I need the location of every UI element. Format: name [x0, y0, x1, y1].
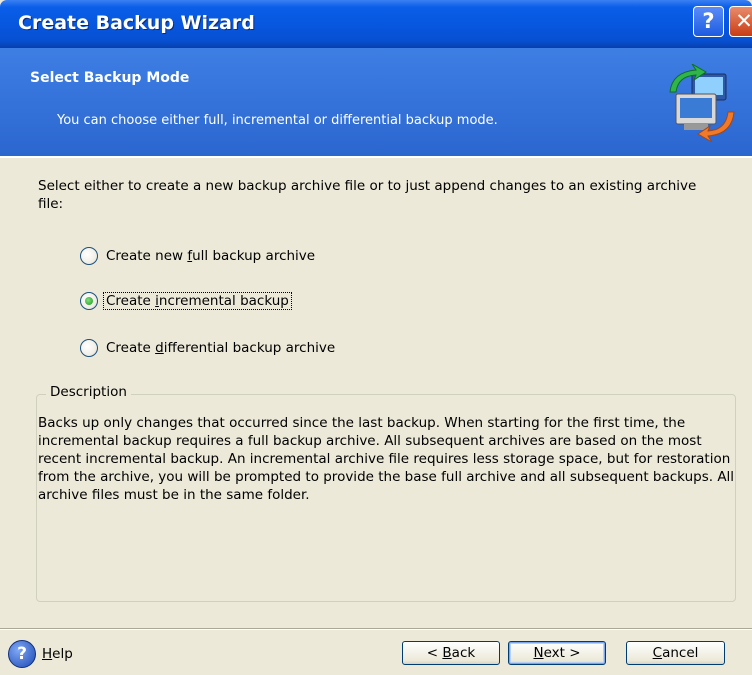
- page-subtitle: You can choose either full, incremental …: [57, 113, 498, 128]
- back-button[interactable]: < Back: [402, 641, 500, 665]
- titlebar-close-button[interactable]: ✕: [729, 6, 752, 37]
- option-label: Create differential backup archive: [106, 340, 336, 356]
- help-label[interactable]: Help: [42, 646, 73, 662]
- titlebar-help-button[interactable]: ?: [693, 6, 724, 37]
- radio-button[interactable]: [80, 339, 98, 357]
- intro-text: Select either to create a new backup arc…: [38, 178, 697, 212]
- wizard-header: Select Backup Mode You can choose either…: [0, 48, 752, 158]
- option-full-backup[interactable]: Create new full backup archive: [80, 245, 317, 267]
- description-text: Backs up only changes that occurred sinc…: [38, 415, 735, 503]
- wizard-window: Create Backup Wizard ? ✕ Select Backup M…: [0, 0, 752, 675]
- radio-button-selected[interactable]: [80, 292, 98, 310]
- footer-separator: [0, 628, 752, 630]
- option-differential-backup[interactable]: Create differential backup archive: [80, 337, 337, 359]
- option-incremental-backup[interactable]: Create incremental backup: [80, 290, 292, 312]
- description-legend: Description: [46, 384, 131, 400]
- radio-selected-dot: [85, 297, 93, 305]
- radio-button[interactable]: [80, 247, 98, 265]
- option-label: Create new full backup archive: [106, 248, 316, 264]
- page-title: Select Backup Mode: [30, 70, 190, 86]
- option-label: Create incremental backup: [103, 292, 292, 310]
- cancel-button[interactable]: Cancel: [626, 641, 725, 665]
- title-bar[interactable]: Create Backup Wizard ? ✕: [0, 0, 752, 48]
- backup-computer-icon: [669, 64, 735, 143]
- next-button[interactable]: Next >: [508, 641, 606, 665]
- help-icon[interactable]: ?: [8, 640, 36, 668]
- window-title: Create Backup Wizard: [18, 12, 255, 34]
- help-link[interactable]: ? Help: [8, 640, 73, 668]
